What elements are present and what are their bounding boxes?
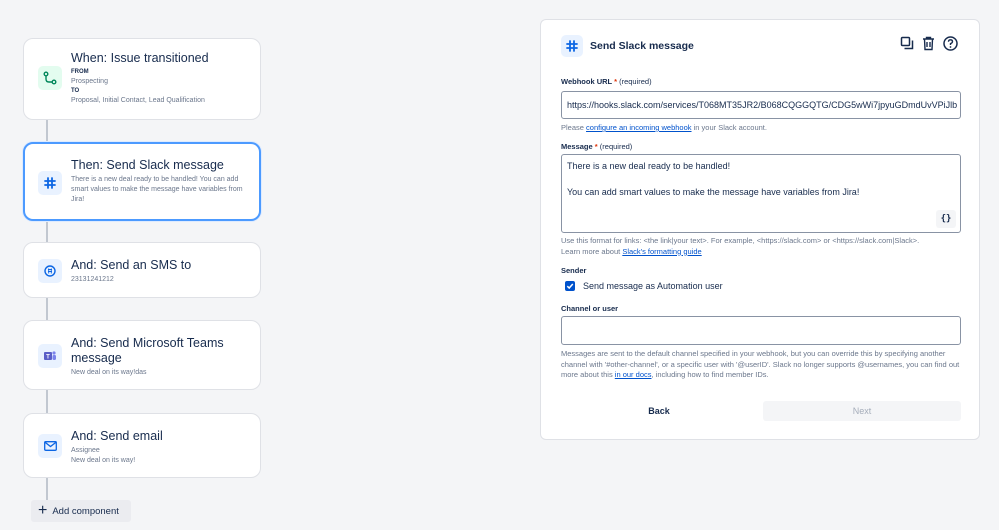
formatting-guide-link[interactable]: Slack's formatting guide [622, 247, 701, 256]
message-help-line-1: Use this format for links: <the link|you… [561, 236, 920, 245]
help-icon[interactable] [942, 34, 959, 52]
send-as-automation-checkbox[interactable] [565, 281, 575, 291]
webhook-help-prefix: Please [561, 123, 584, 132]
send-as-automation-label: Send message as Automation user [583, 281, 723, 291]
trigger-card[interactable]: When: Issue transitioned FROM Prospectin… [23, 38, 261, 120]
email-card-subject: New deal on its way! [71, 457, 136, 464]
message-label-text: Message [561, 142, 593, 151]
required-marker: * [614, 77, 617, 86]
svg-text:T: T [46, 355, 50, 361]
mail-icon [38, 434, 62, 458]
docs-link[interactable]: in our docs [615, 370, 652, 379]
channel-input[interactable] [561, 316, 961, 345]
email-card-title: And: Send email [71, 429, 163, 443]
flow-connector [46, 389, 48, 414]
sender-label: Sender [561, 266, 587, 275]
message-label: Message * (required) [561, 142, 632, 151]
sms-action-card[interactable]: And: Send an SMS to 23131241212 [23, 242, 261, 298]
slack-action-card[interactable]: Then: Send Slack message There is a new … [23, 142, 261, 221]
teams-card-title: And: Send Microsoft Teams message [71, 336, 224, 365]
required-text: (required) [619, 77, 652, 86]
message-help-line-2: Learn more about Slack's formatting guid… [561, 247, 961, 258]
webhook-url-value: https://hooks.slack.com/services/T068MT3… [567, 100, 958, 110]
panel-actions [898, 34, 959, 52]
slack-card-title: Then: Send Slack message [71, 158, 224, 172]
message-help-prefix: Learn more about [561, 246, 621, 256]
flow-connector [46, 119, 48, 143]
message-line-1: There is a new deal ready to be handled! [567, 161, 731, 171]
smart-values-button[interactable]: {} [936, 210, 956, 228]
message-help: Use this format for links: <the link|you… [561, 236, 961, 257]
webhook-url-label-text: Webhook URL [561, 77, 612, 86]
back-button[interactable]: Back [561, 401, 757, 421]
slack-card-desc: There is a new deal ready to be handled!… [71, 176, 243, 203]
flow-connector [46, 297, 48, 321]
panel-title: Send Slack message [590, 40, 694, 52]
microsoft-teams-icon: T [38, 344, 62, 368]
webhook-help: Please configure an incoming webhook in … [561, 123, 961, 134]
required-marker: * [594, 142, 598, 151]
sms-icon [38, 259, 62, 283]
webhook-url-input[interactable]: https://hooks.slack.com/services/T068MT3… [561, 91, 961, 119]
sms-card-title: And: Send an SMS to [71, 258, 192, 272]
teams-action-card[interactable]: T And: Send Microsoft Teams message New … [23, 320, 261, 390]
email-action-card[interactable]: And: Send email Assignee New deal on its… [23, 413, 261, 478]
teams-card-desc: New deal on its way!das [71, 369, 147, 376]
sms-card-desc: 23131241212 [71, 276, 114, 283]
configure-webhook-link[interactable]: configure an incoming webhook [586, 123, 691, 132]
email-card-recipient: Assignee [71, 447, 100, 454]
message-textarea[interactable]: There is a new deal ready to be handled!… [561, 154, 961, 233]
trash-icon[interactable] [920, 34, 937, 52]
automation-canvas: When: Issue transitioned FROM Prospectin… [0, 0, 999, 530]
slack-icon [561, 35, 583, 57]
trigger-from-label: FROM [71, 69, 89, 75]
branch-icon [38, 66, 62, 90]
slack-icon [38, 171, 62, 195]
send-as-automation-row[interactable]: Send message as Automation user [565, 281, 723, 291]
trigger-title: When: Issue transitioned [71, 51, 209, 65]
trigger-to-value: Proposal, Initial Contact, Lead Qualific… [71, 97, 205, 104]
webhook-url-label: Webhook URL * (required) [561, 77, 652, 86]
plus-icon: + [38, 502, 48, 519]
slack-config-panel: Send Slack message Webhook URL * (requir… [540, 19, 980, 440]
duplicate-icon[interactable] [898, 34, 915, 52]
channel-help: Messages are sent to the default channel… [561, 349, 961, 381]
add-component-button[interactable]: + Add component [31, 500, 131, 522]
trigger-to-label: TO [71, 88, 80, 94]
webhook-help-suffix: in your Slack account. [693, 123, 767, 132]
flow-connector [46, 220, 48, 243]
next-button[interactable]: Next [763, 401, 961, 421]
required-text: (required) [599, 142, 633, 151]
add-component-label: Add component [52, 505, 119, 517]
channel-help-suffix: , including how to find member IDs. [651, 370, 769, 379]
channel-label: Channel or user [561, 304, 619, 313]
flow-connector [46, 477, 48, 501]
trigger-from-value: Prospecting [71, 78, 108, 85]
message-line-2: You can add smart values to make the mes… [567, 187, 860, 197]
